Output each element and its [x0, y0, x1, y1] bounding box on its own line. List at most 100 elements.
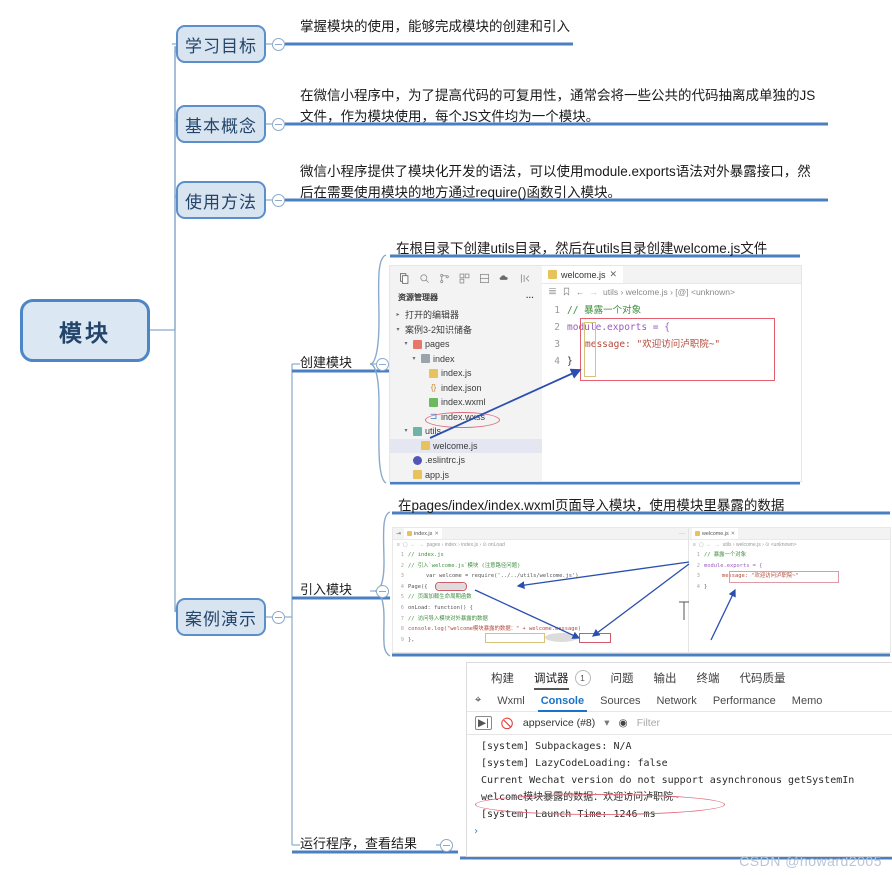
code-text: // 暴露一个对象	[567, 305, 642, 316]
highlight-box-exports	[580, 318, 775, 381]
bookmark-icon[interactable]	[562, 287, 571, 296]
collapse-toggle-case-demo[interactable]	[272, 611, 285, 624]
editor-breadcrumb[interactable]: ← → utils › welcome.js › [@] <unknown>	[542, 284, 801, 299]
explorer-header: 资源管理器 ···	[390, 288, 542, 308]
vscode-editor: welcome.js ✕ ← → utils › welcome.js › [@…	[429, 266, 801, 481]
extensions-icon[interactable]	[459, 273, 470, 284]
editor-tab-label: welcome.js	[561, 269, 606, 280]
console-line: [system] LazyCodeLoading: false	[481, 758, 668, 769]
explorer-title: 资源管理器	[398, 293, 438, 302]
collapse-toggle-basic-concept[interactable]	[272, 118, 285, 131]
caption-import-module: 在pages/index/index.wxml页面导入模块，使用模块里暴露的数据	[398, 498, 785, 513]
breadcrumb-text: utils › welcome.js › [@] <unknown>	[603, 286, 735, 297]
tree-caret-icon[interactable]: ▾	[394, 323, 402, 338]
folder-red-icon	[413, 339, 422, 349]
tree-caret-icon[interactable]: ▾	[402, 337, 410, 352]
branch-node-learning-goal[interactable]: 学习目标	[176, 25, 266, 63]
branch-label: 学习目标	[185, 36, 257, 56]
tree-item-label: app.js	[425, 469, 450, 480]
app-icon	[413, 470, 422, 480]
collapse-toggle-learning-goal[interactable]	[272, 38, 285, 51]
devtools-panel-tabs[interactable]: ⌖ Wxml Console Sources Network Performance Mem…	[467, 689, 892, 712]
case-child-label-create: 创建模块	[300, 355, 353, 370]
devtools-top-tab[interactable]: 代码质量	[740, 670, 786, 686]
vscode-activity-icons	[390, 266, 542, 288]
branch-text-learning-goal: 掌握模块的使用，能够完成模块的创建和引入	[300, 19, 570, 34]
devtools-top-tabs[interactable]: 构建 调试器 1 问题 输出 终端 代码质量	[467, 663, 892, 690]
branch-text-usage: 微信小程序提供了模块化开发的语法，可以使用module.exports语法对外暴…	[300, 164, 811, 200]
devtools-panel-tab[interactable]: Sources	[600, 695, 640, 707]
console-prompt[interactable]: ›	[473, 823, 892, 840]
tree-caret-icon[interactable]: ▾	[410, 352, 418, 367]
console-filter-input[interactable]: Filter	[637, 717, 660, 729]
branch-node-usage[interactable]: 使用方法	[176, 181, 266, 219]
devtools-filter-bar[interactable]: ▶| 🚫 appservice (#8) ▾ ◉ Filter	[467, 712, 892, 735]
import-arrows	[474, 561, 736, 641]
collapse-toggle-run-program[interactable]	[440, 839, 453, 852]
inspect-element-icon[interactable]: ⌖	[475, 694, 481, 707]
devtools-panel-tab[interactable]: Wxml	[497, 695, 525, 707]
devtools-top-tab[interactable]: 调试器	[534, 670, 569, 690]
step-icon[interactable]: ▶|	[475, 716, 492, 730]
close-icon[interactable]: ✕	[610, 269, 618, 280]
case-child-label-run: 运行程序，查看结果	[300, 836, 418, 851]
root-node[interactable]: 模块	[20, 299, 150, 362]
save-icon[interactable]	[479, 273, 490, 284]
editor-tabbar: welcome.js ✕	[542, 266, 801, 284]
forward-icon[interactable]: →	[590, 287, 599, 297]
devtools-panel-tab[interactable]: Console	[537, 695, 588, 712]
branch-label: 案例演示	[185, 609, 257, 629]
line-number: 1	[554, 305, 560, 316]
tree-caret-icon[interactable]: ▾	[402, 424, 410, 439]
cloud-icon[interactable]	[499, 273, 511, 284]
devtools-top-tab[interactable]: 构建	[491, 670, 514, 686]
collapse-sidebar-icon[interactable]	[520, 273, 531, 284]
collapse-toggle-import-module[interactable]	[376, 585, 389, 598]
console-line: Current Wechat version do not support as…	[481, 775, 855, 786]
devtools-tab-badge: 1	[574, 670, 591, 686]
devtools-top-tab[interactable]: 终端	[697, 670, 720, 686]
tree-item[interactable]: .eslintrc.js	[390, 453, 542, 468]
collapse-toggle-usage[interactable]	[272, 194, 285, 207]
console-context-selector[interactable]: appservice (#8)	[523, 717, 595, 729]
collapse-toggle-create-module[interactable]	[376, 358, 389, 371]
devtools-top-tab[interactable]: 输出	[654, 670, 677, 686]
back-icon[interactable]: ←	[576, 287, 585, 297]
devtools-console-output[interactable]: [system] Subpackages: N/A [system] LazyCo…	[467, 735, 892, 840]
editor-tab-welcome-js[interactable]: welcome.js ✕	[542, 266, 624, 283]
case-child-label-import: 引入模块	[300, 582, 353, 597]
tree-item-label: 打开的编辑器	[405, 310, 460, 320]
tree-item[interactable]: app.js	[390, 468, 542, 482]
source-control-icon[interactable]	[439, 273, 450, 284]
folder-teal-icon	[413, 426, 422, 436]
branch-label: 基本概念	[185, 116, 257, 136]
branch-text-basic-concept: 在微信小程序中，为了提高代码的可复用性，通常会将一些公共的代码抽离成单独的JS …	[300, 88, 816, 124]
search-icon[interactable]	[419, 273, 430, 284]
explorer-more-icon[interactable]: ···	[526, 293, 534, 302]
branch-node-basic-concept[interactable]: 基本概念	[176, 105, 266, 143]
js-file-icon	[548, 270, 557, 279]
outline-icon[interactable]	[548, 287, 557, 296]
screenshot-devtools-console: 构建 调试器 1 问题 输出 终端 代码质量 ⌖ Wxml Console Sources Netw…	[466, 662, 892, 857]
devtools-panel-tab[interactable]: Memo	[792, 695, 823, 707]
tree-caret-icon[interactable]: ▸	[394, 308, 402, 323]
devtools-panel-tab[interactable]: Network	[656, 695, 696, 707]
branch-node-case-demo[interactable]: 案例演示	[176, 598, 266, 636]
eslint-icon	[413, 455, 422, 465]
chevron-down-icon[interactable]: ▾	[604, 717, 609, 729]
branch-label: 使用方法	[185, 192, 257, 212]
tree-item-label: .eslintrc.js	[425, 455, 466, 465]
devtools-top-tab[interactable]: 问题	[611, 670, 634, 686]
pointer-arrow	[429, 368, 582, 439]
caption-create-module: 在根目录下创建utils目录，然后在utils目录创建welcome.js文件	[396, 241, 768, 256]
screenshot-import-module: ⇥ index.js ✕ ··· ≡ ▢ ← → pages › index ›…	[392, 527, 891, 653]
code-line: 1 // 暴露一个对象	[542, 302, 801, 319]
devtools-panel-tab[interactable]: Performance	[713, 695, 776, 707]
clear-console-icon[interactable]: 🚫	[501, 717, 514, 730]
eye-icon[interactable]: ◉	[619, 717, 628, 729]
screenshot-create-module: 资源管理器 ··· ▸ 打开的编辑器 ▾ 案例3-2知识储备 ▾ pages ▾ index i…	[389, 265, 802, 482]
files-icon[interactable]	[399, 273, 410, 284]
watermark: CSDN @howard2005	[739, 853, 882, 869]
tree-item[interactable]: ▸ 打开的编辑器	[390, 308, 542, 323]
console-line: [system] Subpackages: N/A	[481, 741, 632, 752]
